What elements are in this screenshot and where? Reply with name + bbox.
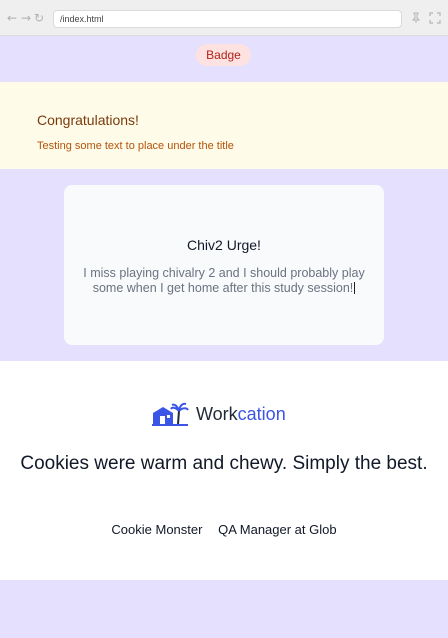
alert-banner: Congratulations! Testing some text to pl… [0,82,448,169]
fullscreen-icon[interactable] [429,12,441,24]
badge: Badge [196,44,251,66]
back-arrow-icon[interactable]: ← [6,12,18,24]
browser-toolbar: ← → ↻ /index.html [0,0,448,36]
logo-wordmark: Workcation [196,404,286,424]
forward-arrow-icon[interactable]: → [20,12,32,24]
card-text[interactable]: I miss playing chivalry 2 and I should p… [83,266,364,295]
testimonial-quote: Cookies were warm and chewy. Simply the … [20,453,428,474]
bottom-section [0,580,448,638]
card-section: Chiv2 Urge! I miss playing chivalry 2 an… [0,169,448,361]
alert-text: Testing some text to place under the tit… [37,140,234,152]
pin-icon[interactable] [410,12,422,24]
reload-icon[interactable]: ↻ [33,12,45,24]
url-field[interactable]: /index.html [53,10,402,28]
author-role: QA Manager at Glob [218,522,337,537]
note-card: Chiv2 Urge! I miss playing chivalry 2 an… [64,185,384,345]
testimonial-author: Cookie Monster QA Manager at Glob [0,522,448,537]
alert-title: Congratulations! [37,112,139,128]
card-text-container[interactable]: I miss playing chivalry 2 and I should p… [82,266,366,295]
card-title: Chiv2 Urge! [187,237,261,253]
author-name: Cookie Monster [111,522,203,537]
house-palm-logo-icon [152,402,189,426]
badge-section: Badge [0,36,448,82]
text-caret [354,281,356,294]
testimonial-section: Workcation Cookies were warm and chewy. … [0,361,448,580]
workcation-logo: Workcation [152,401,302,427]
